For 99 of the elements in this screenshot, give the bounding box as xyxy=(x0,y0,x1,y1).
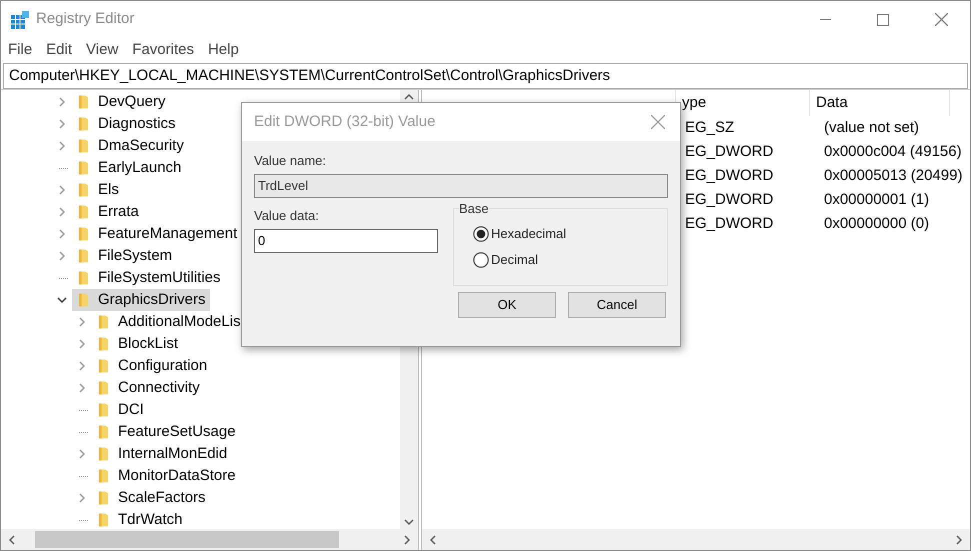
expand-chevron-icon[interactable] xyxy=(57,97,67,107)
tree-item[interactable]: FileSystem xyxy=(72,245,176,267)
table-cell: EG_DWORD xyxy=(685,142,774,160)
ok-button[interactable]: OK xyxy=(458,292,556,318)
folder-icon xyxy=(78,94,89,110)
table-cell: EG_DWORD xyxy=(685,190,774,208)
tree-item[interactable]: DCI xyxy=(92,399,148,421)
tree-item[interactable]: DmaSecurity xyxy=(72,135,188,157)
folder-icon xyxy=(98,424,109,440)
value-name-field: TrdLevel xyxy=(254,174,668,198)
tree-item[interactable]: MonitorDataStore xyxy=(92,465,240,487)
column-header[interactable]: ype xyxy=(682,92,706,114)
folder-icon xyxy=(78,116,89,132)
tree-item[interactable]: Connectivity xyxy=(92,377,204,399)
horizontal-scrollbar[interactable] xyxy=(1,529,418,550)
value-data-field[interactable]: 0 xyxy=(254,229,438,253)
tree-item[interactable]: GraphicsDrivers xyxy=(72,289,210,311)
folder-icon xyxy=(98,512,109,528)
close-icon xyxy=(934,13,948,26)
menu-item[interactable]: Favorites xyxy=(132,39,194,62)
menu-item[interactable]: Help xyxy=(208,39,239,62)
menu-item[interactable]: View xyxy=(86,39,118,62)
expand-chevron-icon[interactable] xyxy=(77,449,87,459)
scrollbar-thumb[interactable] xyxy=(35,531,339,548)
tree-item[interactable]: ScaleFactors xyxy=(92,487,210,509)
dialog-title: Edit DWORD (32-bit) Value xyxy=(254,112,436,132)
minimize-icon xyxy=(820,19,830,20)
folder-icon xyxy=(78,138,89,154)
table-cell: 0x0000c004 (49156) xyxy=(824,142,962,160)
expand-chevron-icon[interactable] xyxy=(77,339,87,349)
tree-item[interactable]: FileSystemUtilities xyxy=(72,267,225,289)
folder-icon xyxy=(98,358,109,374)
expand-chevron-icon[interactable] xyxy=(57,251,67,261)
expand-chevron-icon[interactable] xyxy=(77,493,87,503)
folder-icon xyxy=(98,468,109,484)
tree-item[interactable]: Errata xyxy=(72,201,143,223)
radio-label[interactable]: Decimal xyxy=(491,250,538,270)
address-bar[interactable]: Computer\HKEY_LOCAL_MACHINE\SYSTEM\CurrentControlSet\Control\GraphicsDrivers xyxy=(3,63,968,89)
folder-icon xyxy=(98,446,109,462)
table-cell: 0x00000001 (1) xyxy=(824,190,930,208)
radio-label[interactable]: Hexadecimal xyxy=(491,224,566,244)
folder-icon xyxy=(78,226,89,242)
horizontal-scrollbar[interactable] xyxy=(422,529,970,550)
folder-icon xyxy=(78,204,89,220)
scroll-left-icon[interactable] xyxy=(430,534,436,544)
table-cell: 0x00005013 (20499) xyxy=(824,166,962,184)
tree-item[interactable]: BlockList xyxy=(92,333,182,355)
menu-item[interactable]: Edit xyxy=(46,39,72,62)
tree-item[interactable]: DevQuery xyxy=(72,91,170,113)
folder-icon xyxy=(78,160,89,176)
tree-item[interactable]: FeatureManagement xyxy=(72,223,242,245)
tree-item[interactable]: Configuration xyxy=(92,355,212,377)
expand-chevron-icon[interactable] xyxy=(57,119,67,129)
tree-item[interactable]: Diagnostics xyxy=(72,113,180,135)
table-cell: EG_DWORD xyxy=(685,166,774,184)
table-cell: (value not set) xyxy=(824,118,920,136)
cancel-button[interactable]: Cancel xyxy=(568,292,666,318)
tree-item[interactable]: FeatureSetUsage xyxy=(92,421,240,443)
menu-item[interactable]: File xyxy=(8,39,32,62)
scroll-left-icon[interactable] xyxy=(9,534,15,544)
tree-item[interactable]: Els xyxy=(72,179,123,201)
folder-icon xyxy=(78,182,89,198)
folder-icon xyxy=(98,380,109,396)
scroll-up-icon[interactable] xyxy=(404,94,414,100)
scroll-right-icon[interactable] xyxy=(956,534,962,544)
scroll-right-icon[interactable] xyxy=(404,534,410,544)
close-icon xyxy=(651,115,665,129)
tree-item[interactable]: AdditionalModeLis xyxy=(92,311,245,333)
expand-chevron-icon[interactable] xyxy=(57,207,67,217)
table-cell: EG_DWORD xyxy=(685,214,774,232)
scroll-down-icon[interactable] xyxy=(404,519,414,525)
expand-chevron-icon[interactable] xyxy=(77,383,87,393)
expand-chevron-icon[interactable] xyxy=(57,141,67,151)
expand-chevron-icon[interactable] xyxy=(77,317,87,327)
folder-icon xyxy=(98,402,109,418)
tree-item[interactable]: EarlyLaunch xyxy=(72,157,186,179)
expand-chevron-icon[interactable] xyxy=(57,185,67,195)
expand-chevron-icon[interactable] xyxy=(77,361,87,371)
field-label: Value data: xyxy=(254,208,320,224)
field-label: Value name: xyxy=(254,153,328,169)
table-cell: EG_SZ xyxy=(685,118,734,136)
folder-icon xyxy=(98,490,109,506)
column-header[interactable]: Data xyxy=(816,92,848,114)
tree-item[interactable]: InternalMonEdid xyxy=(92,443,232,465)
folder-icon xyxy=(98,314,109,330)
close-button[interactable] xyxy=(650,114,666,130)
folder-icon xyxy=(78,270,89,286)
maximize-icon xyxy=(877,14,889,26)
folder-icon xyxy=(78,248,89,264)
window-title: Registry Editor xyxy=(36,9,134,30)
folder-icon xyxy=(78,292,89,308)
app-icon xyxy=(11,10,29,28)
collapse-chevron-icon[interactable] xyxy=(57,295,67,305)
folder-icon xyxy=(98,336,109,352)
radio-button[interactable] xyxy=(473,226,489,242)
radio-button[interactable] xyxy=(473,252,489,268)
tree-item[interactable]: TdrWatch xyxy=(92,509,186,529)
table-cell: 0x00000000 (0) xyxy=(824,214,930,232)
expand-chevron-icon[interactable] xyxy=(57,229,67,239)
